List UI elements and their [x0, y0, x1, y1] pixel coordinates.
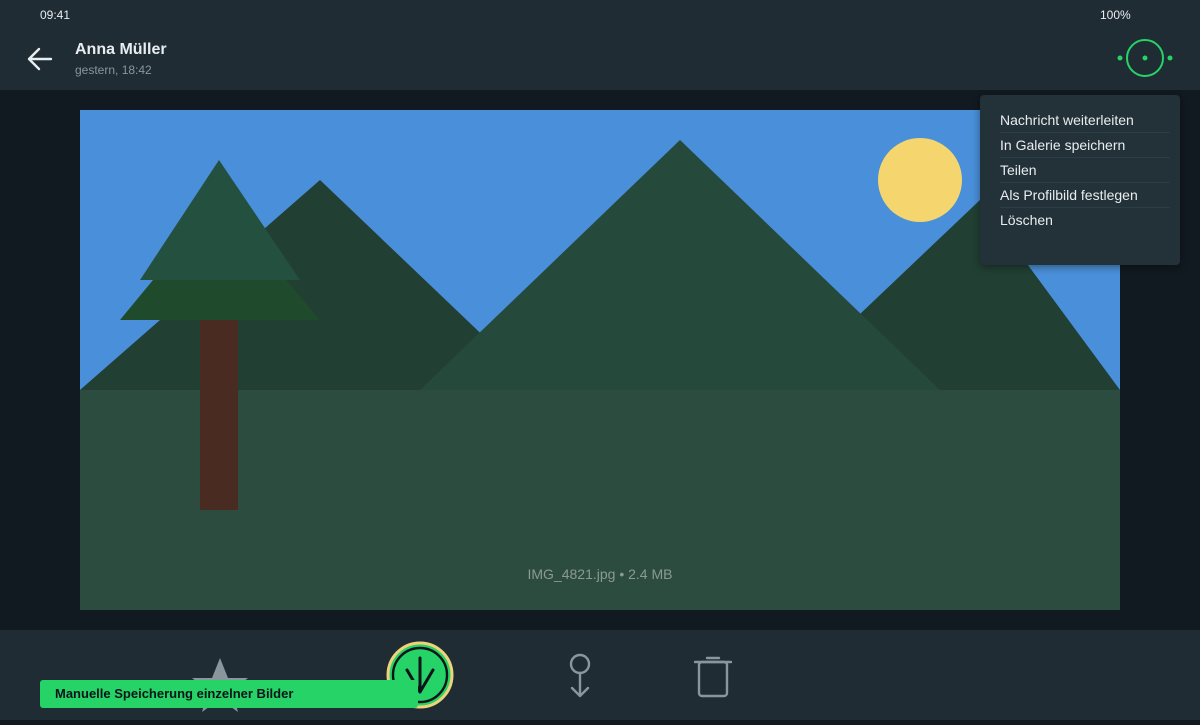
arrow-left-icon [27, 47, 53, 71]
context-menu: Nachricht weiterleiten In Galerie speich… [980, 95, 1180, 265]
menu-item-save-to-gallery[interactable]: In Galerie speichern [1000, 133, 1170, 158]
contact-name: Anna Müller [75, 41, 167, 58]
status-bar: 09:41 100% [0, 0, 1200, 28]
pin-button[interactable] [560, 652, 600, 702]
menu-item-set-profile-picture[interactable]: Als Profilbild festlegen [1000, 183, 1170, 208]
status-time: 09:41 [40, 8, 71, 22]
delete-button[interactable] [690, 654, 736, 700]
landscape-image [80, 110, 1120, 610]
back-button[interactable] [22, 41, 58, 77]
chat-header: Anna Müller gestern, 18:42 [0, 28, 1200, 90]
photo[interactable]: IMG_4821.jpg • 2.4 MB [80, 110, 1120, 610]
menu-item-share[interactable]: Teilen [1000, 158, 1170, 183]
more-options-icon [1117, 39, 1173, 77]
message-timestamp: gestern, 18:42 [75, 63, 152, 77]
more-options-button[interactable] [1112, 36, 1178, 80]
menu-item-delete[interactable]: Löschen [1000, 208, 1170, 233]
toast-message: Manuelle Speicherung einzelner Bilder [40, 680, 418, 708]
battery-level: 100% [1100, 8, 1131, 22]
file-info: IMG_4821.jpg • 2.4 MB [527, 566, 673, 582]
pin-icon [569, 653, 591, 698]
menu-item-forward[interactable]: Nachricht weiterleiten [1000, 108, 1170, 133]
delete-icon [693, 656, 733, 698]
